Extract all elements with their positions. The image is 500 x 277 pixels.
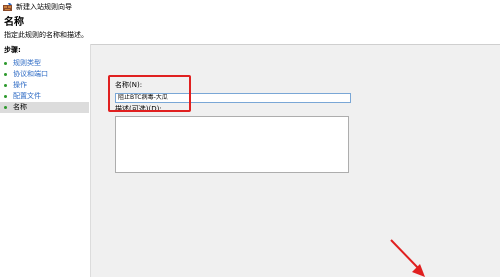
red-arrow-annotation: [390, 239, 425, 277]
